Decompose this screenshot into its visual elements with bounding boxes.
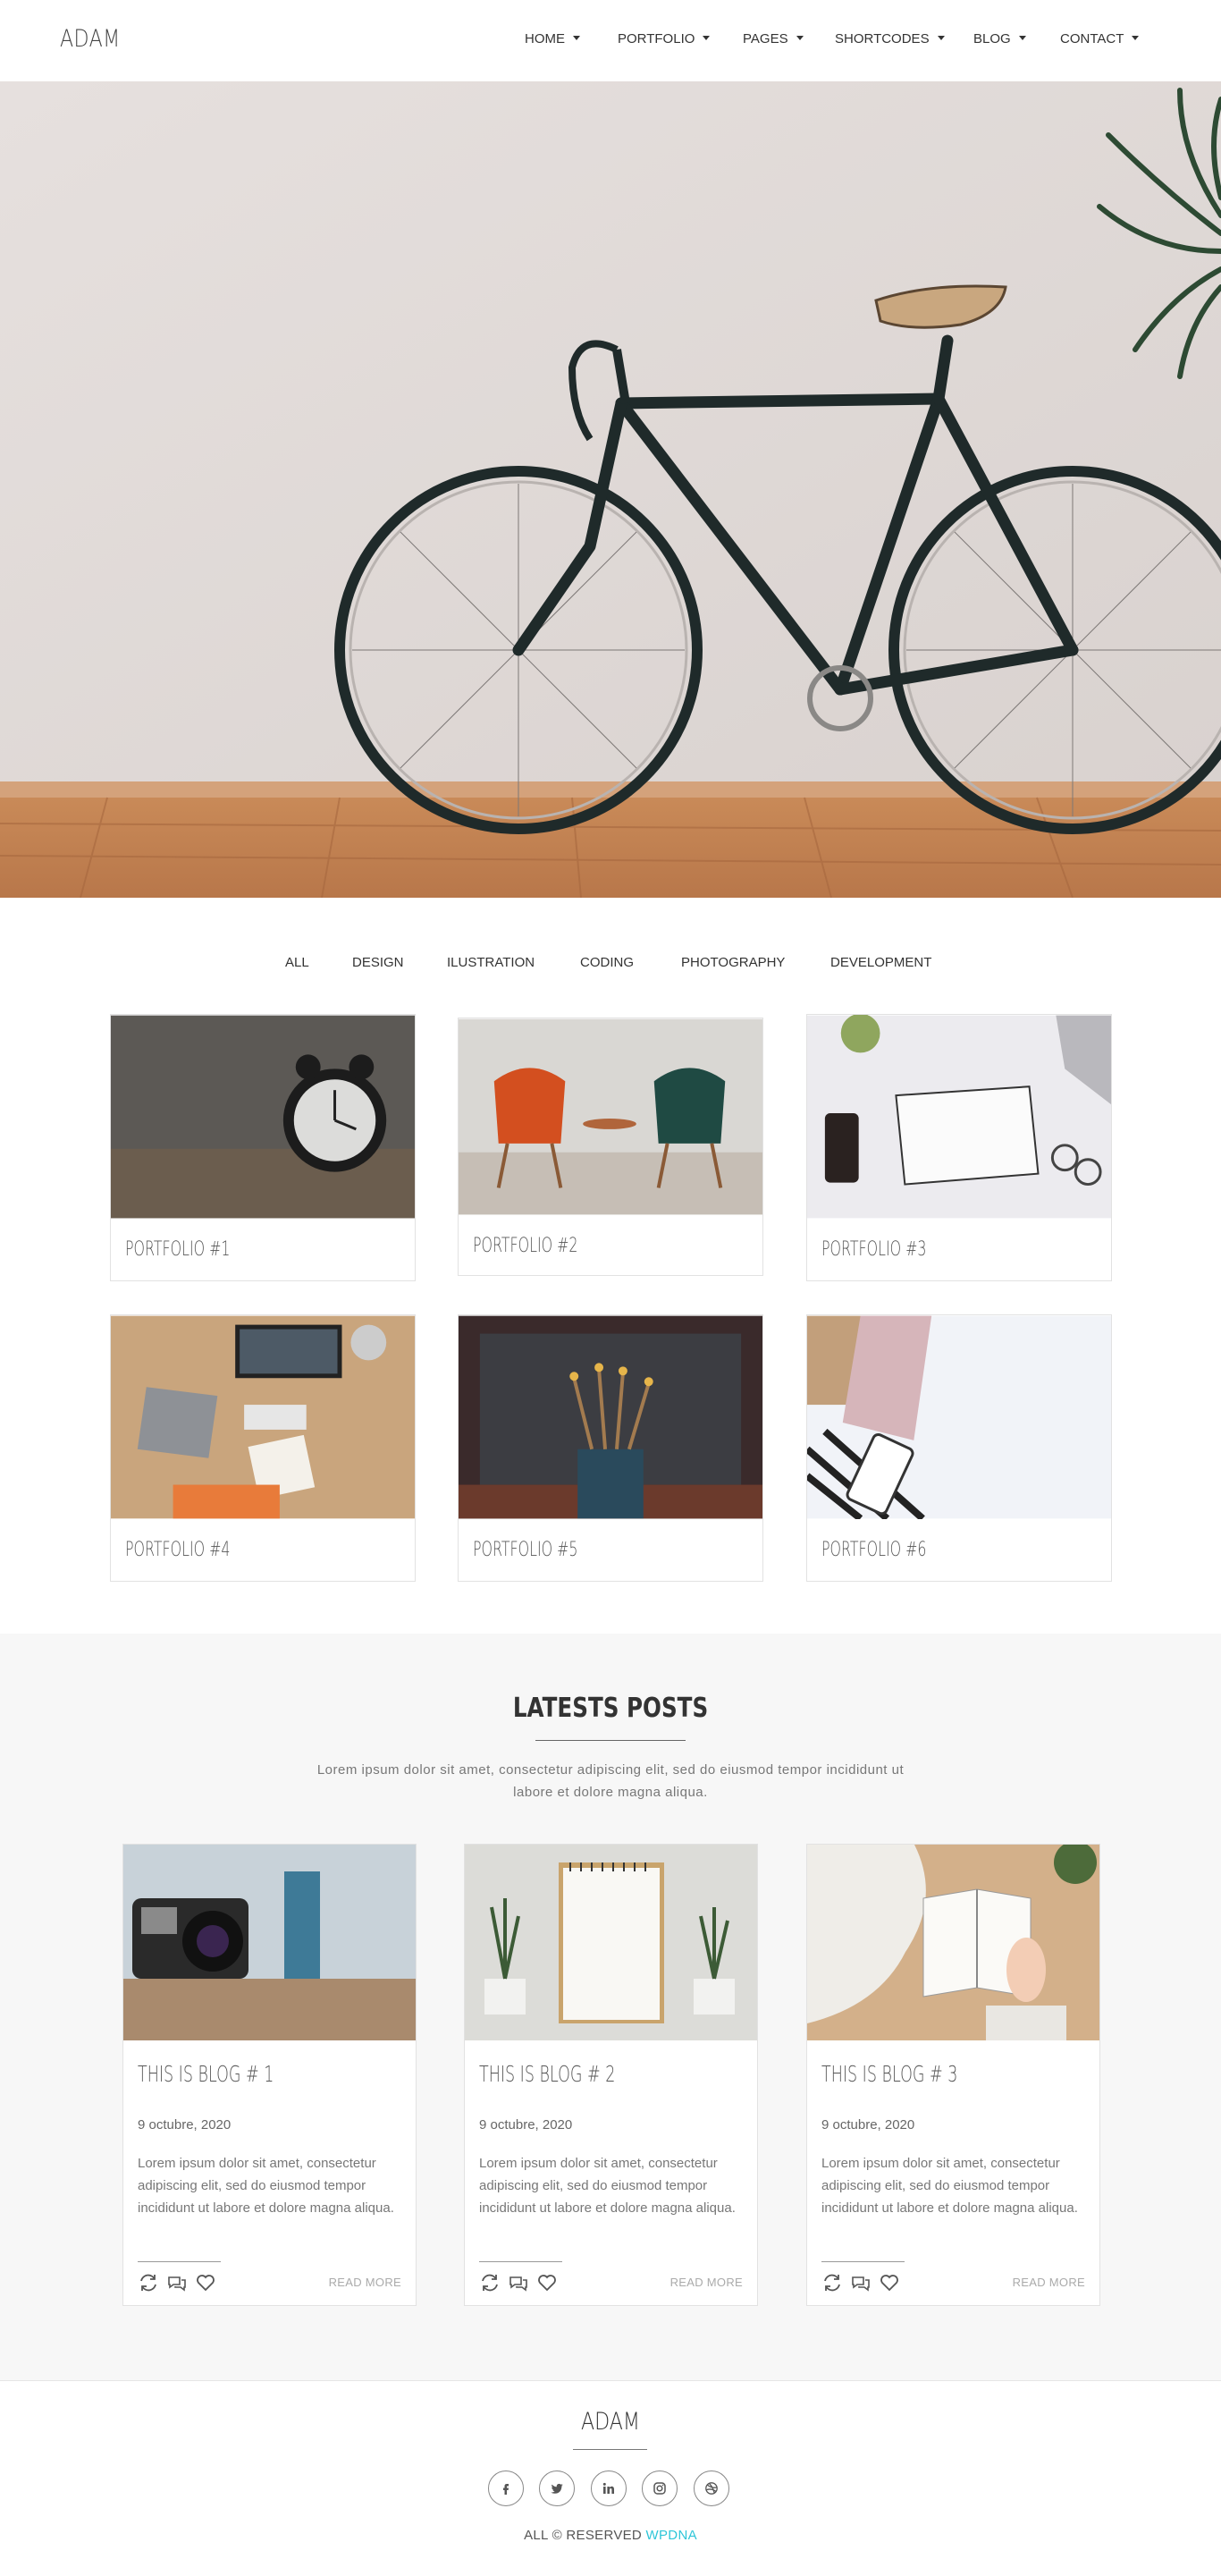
section-subtitle: Lorem ipsum dolor sit amet, consectetur … (316, 1762, 905, 1800)
portfolio-thumbnail[interactable] (807, 1315, 1111, 1519)
blog-card: THIS IS BLOG # 3 9 octubre, 2020 Lorem i… (806, 1844, 1100, 2306)
nav-pages-label: PAGES (743, 31, 788, 46)
filter-development[interactable]: DEVELOPMENT (830, 955, 931, 970)
nav-contact-label: CONTACT (1060, 31, 1124, 46)
linkedin-link[interactable] (591, 2470, 627, 2506)
nav-shortcodes-label: SHORTCODES (835, 31, 930, 46)
blog-date: 9 octubre, 2020 (821, 2117, 915, 2133)
portfolio-title: PORTFOLIO #6 (821, 1539, 927, 1561)
filter-design[interactable]: DESIGN (352, 955, 404, 970)
blog-title[interactable]: THIS IS BLOG # 3 (821, 2061, 957, 2087)
dribbble-link[interactable] (694, 2470, 729, 2506)
facebook-icon (503, 2484, 509, 2495)
heart-icon[interactable] (195, 2272, 216, 2293)
blog-date: 9 octubre, 2020 (138, 2117, 232, 2133)
portfolio-title: PORTFOLIO #3 (821, 1238, 927, 1261)
twitter-icon (551, 2483, 563, 2494)
blog-date: 9 octubre, 2020 (479, 2117, 573, 2133)
refresh-icon[interactable] (138, 2272, 159, 2293)
site-logo[interactable]: ADAM (60, 25, 121, 53)
blog-divider (479, 2261, 562, 2262)
footer-divider (573, 2449, 647, 2450)
twitter-link[interactable] (539, 2470, 575, 2506)
nav-portfolio[interactable]: PORTFOLIO (618, 31, 711, 46)
nav-blog-label: BLOG (973, 31, 1011, 46)
blog-thumbnail[interactable] (123, 1845, 416, 2040)
site-header: ADAM HOME PORTFOLIO PAGES SHORTCODES BLO… (0, 0, 1221, 81)
blog-divider (138, 2261, 221, 2262)
portfolio-thumbnail[interactable] (111, 1015, 415, 1219)
portfolio-card[interactable]: PORTFOLIO #1 (110, 1014, 416, 1281)
nav-shortcodes[interactable]: SHORTCODES (835, 31, 945, 46)
blog-thumbnail[interactable] (807, 1845, 1099, 2040)
filter-all[interactable]: ALL (285, 955, 309, 970)
portfolio-title: PORTFOLIO #5 (473, 1539, 578, 1561)
comments-icon[interactable] (850, 2272, 872, 2293)
heading-divider (535, 1740, 686, 1741)
filter-coding[interactable]: CODING (580, 955, 634, 970)
nav-home-label: HOME (525, 31, 565, 46)
copyright-text: ALL © RESERVED (524, 2528, 643, 2543)
hero-image (0, 81, 1221, 898)
portfolio-card[interactable]: PORTFOLIO #6 (806, 1314, 1112, 1582)
blog-excerpt: Lorem ipsum dolor sit amet, consectetur … (138, 2156, 394, 2216)
caret-down-icon (703, 35, 711, 40)
portfolio-card[interactable]: PORTFOLIO #2 (458, 1018, 763, 1276)
caret-down-icon (937, 35, 945, 40)
nav-portfolio-label: PORTFOLIO (618, 31, 695, 46)
facebook-link[interactable] (488, 2470, 524, 2506)
portfolio-card[interactable]: PORTFOLIO #5 (458, 1314, 763, 1582)
linkedin-icon (602, 2482, 614, 2494)
portfolio-card[interactable]: PORTFOLIO #3 (806, 1014, 1112, 1281)
heart-icon[interactable] (536, 2272, 558, 2293)
read-more-link[interactable]: READ MORE (329, 2276, 401, 2289)
heart-icon[interactable] (879, 2272, 900, 2293)
copyright-link[interactable]: WPDNA (646, 2528, 697, 2543)
filter-photography[interactable]: PHOTOGRAPHY (681, 955, 785, 970)
footer-logo[interactable]: ADAM (110, 2408, 1111, 2436)
blog-title[interactable]: THIS IS BLOG # 1 (138, 2061, 274, 2087)
latest-posts-section: LATESTS POSTS Lorem ipsum dolor sit amet… (0, 1634, 1221, 2380)
portfolio-filters: ALL DESIGN ILUSTRATION CODING PHOTOGRAPH… (0, 955, 1221, 978)
portfolio-title: PORTFOLIO #4 (125, 1539, 231, 1561)
comments-icon[interactable] (166, 2272, 188, 2293)
copyright: ALL © RESERVED WPDNA (0, 2528, 1221, 2543)
blog-divider (821, 2261, 905, 2262)
filter-ilustration[interactable]: ILUSTRATION (447, 955, 535, 970)
caret-down-icon (1018, 35, 1026, 40)
portfolio-thumbnail[interactable] (459, 1018, 762, 1215)
main-nav: HOME PORTFOLIO PAGES SHORTCODES BLOG CON… (525, 31, 1141, 49)
portfolio-title: PORTFOLIO #1 (125, 1238, 231, 1261)
caret-down-icon (796, 35, 804, 40)
dribbble-icon (705, 2482, 718, 2495)
site-footer: ADAM ALL © RESERVED WPDNA (0, 2380, 1221, 2576)
refresh-icon[interactable] (479, 2272, 501, 2293)
blog-card: THIS IS BLOG # 1 9 octubre, 2020 Lorem i… (122, 1844, 417, 2306)
portfolio-card[interactable]: PORTFOLIO #4 (110, 1314, 416, 1582)
read-more-link[interactable]: READ MORE (670, 2276, 743, 2289)
portfolio-title: PORTFOLIO #2 (473, 1235, 578, 1257)
nav-contact[interactable]: CONTACT (1060, 31, 1140, 46)
portfolio-thumbnail[interactable] (807, 1015, 1111, 1219)
comments-icon[interactable] (508, 2272, 529, 2293)
blog-excerpt: Lorem ipsum dolor sit amet, consectetur … (821, 2156, 1078, 2216)
blog-thumbnail[interactable] (465, 1845, 757, 2040)
read-more-link[interactable]: READ MORE (1013, 2276, 1085, 2289)
portfolio-thumbnail[interactable] (459, 1315, 762, 1519)
instagram-icon (653, 2482, 666, 2495)
portfolio-thumbnail[interactable] (111, 1315, 415, 1519)
section-heading: LATESTS POSTS (512, 1693, 709, 1724)
caret-down-icon (1132, 35, 1140, 40)
blog-title[interactable]: THIS IS BLOG # 2 (479, 2061, 615, 2087)
blog-excerpt: Lorem ipsum dolor sit amet, consectetur … (479, 2156, 736, 2216)
refresh-icon[interactable] (821, 2272, 843, 2293)
nav-pages[interactable]: PAGES (743, 31, 804, 46)
nav-blog[interactable]: BLOG (973, 31, 1026, 46)
nav-home[interactable]: HOME (525, 31, 580, 46)
blog-card: THIS IS BLOG # 2 9 octubre, 2020 Lorem i… (464, 1844, 758, 2306)
instagram-link[interactable] (642, 2470, 678, 2506)
caret-down-icon (573, 35, 580, 40)
